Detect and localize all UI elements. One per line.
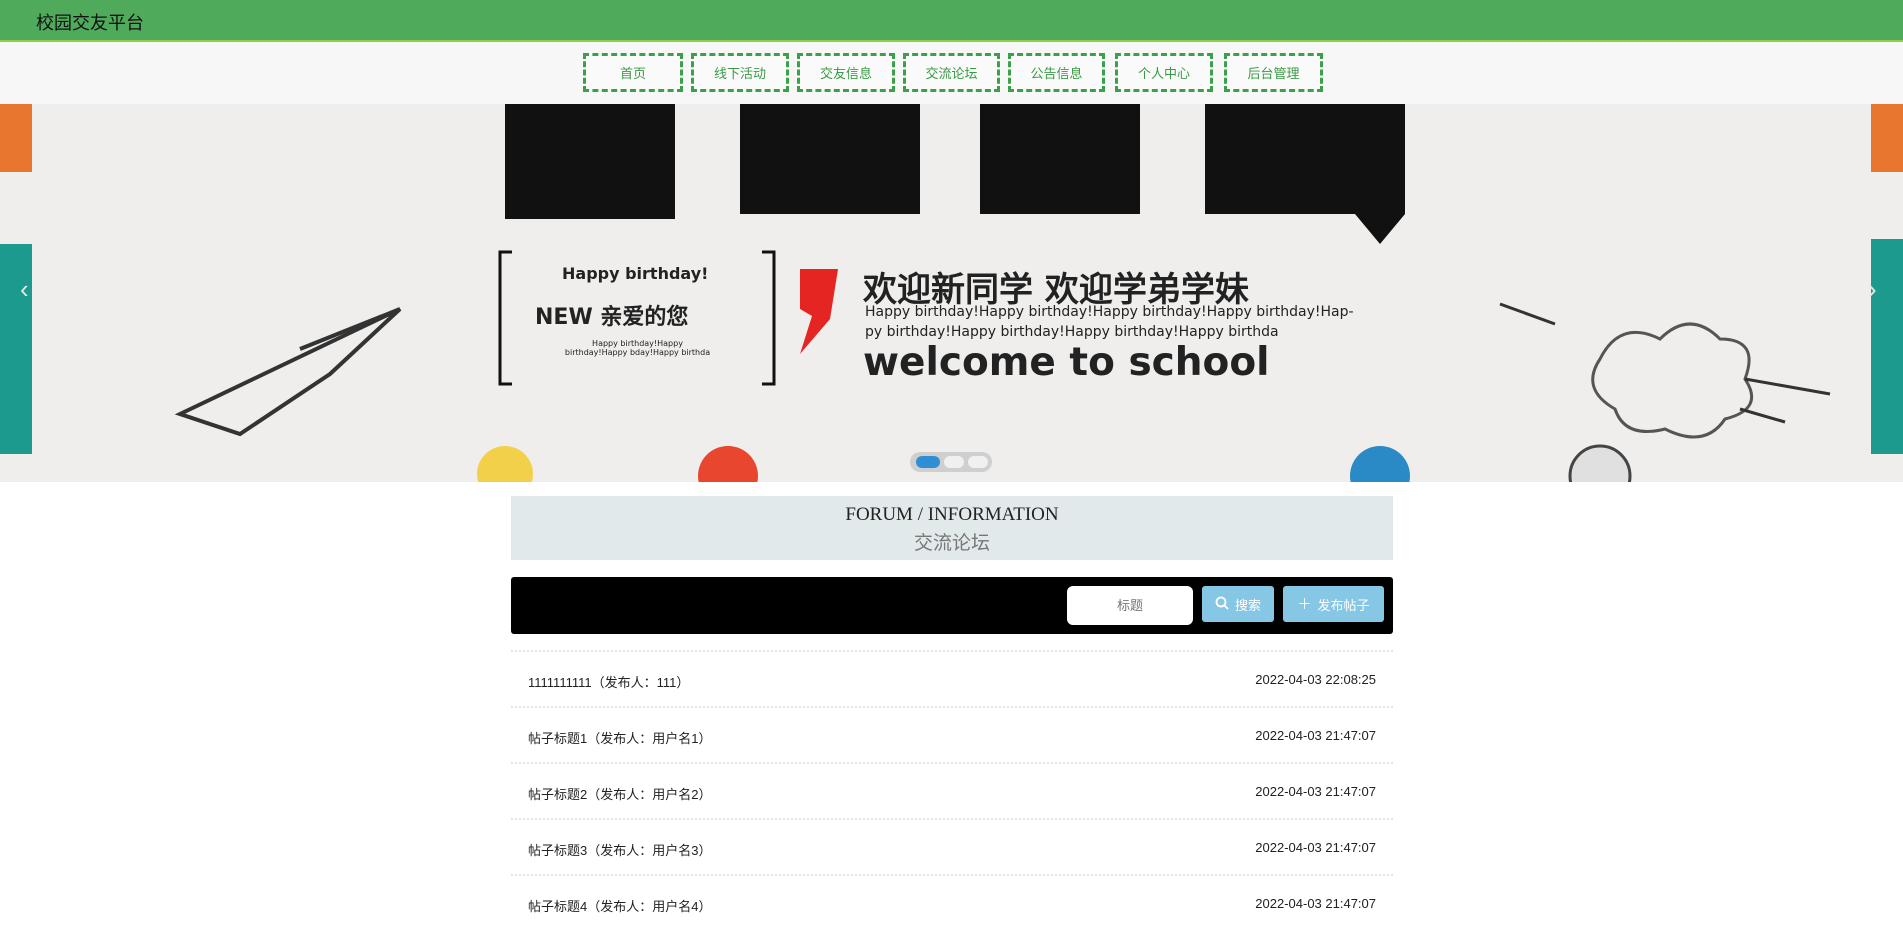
list-item[interactable]: 帖子标题3（发布人：用户名3） 2022-04-03 21:47:07 bbox=[511, 818, 1393, 874]
post-time: 2022-04-03 21:47:07 bbox=[1255, 896, 1376, 911]
carousel-prev-icon[interactable]: ‹ bbox=[20, 274, 29, 305]
post-title[interactable]: 帖子标题2（发布人：用户名2） bbox=[528, 784, 711, 803]
banner-small-line1: Happy birthday!Happy birthday!Happy birt… bbox=[865, 304, 1354, 320]
post-list: 1111111111（发布人：111） 2022-04-03 22:08:25 … bbox=[511, 650, 1393, 930]
post-title[interactable]: 帖子标题3（发布人：用户名3） bbox=[528, 840, 711, 859]
carousel-indicators bbox=[910, 452, 992, 472]
section-header: FORUM / INFORMATION 交流论坛 bbox=[511, 496, 1393, 560]
publish-post-label: 发布帖子 bbox=[1317, 597, 1370, 613]
title-search-input[interactable] bbox=[1067, 586, 1193, 625]
post-time: 2022-04-03 21:47:07 bbox=[1255, 728, 1376, 743]
nav-item-dating-info[interactable]: 交友信息 bbox=[797, 53, 895, 92]
nav-item-admin[interactable]: 后台管理 bbox=[1224, 53, 1323, 92]
list-item[interactable]: 1111111111（发布人：111） 2022-04-03 22:08:25 bbox=[511, 650, 1393, 706]
carousel-next-icon[interactable]: › bbox=[1868, 274, 1877, 305]
nav-item-home[interactable]: 首页 bbox=[583, 53, 683, 92]
carousel-dot-3[interactable] bbox=[968, 456, 988, 468]
top-header-bar: 校园交友平台 bbox=[0, 0, 1903, 42]
post-title[interactable]: 帖子标题4（发布人：用户名4） bbox=[528, 896, 711, 915]
search-toolbar: 搜索 ＋ 发布帖子 bbox=[511, 577, 1393, 634]
banner-box-line1: Happy birthday! bbox=[562, 264, 709, 283]
post-time: 2022-04-03 22:08:25 bbox=[1255, 672, 1376, 687]
nav-item-forum[interactable]: 交流论坛 bbox=[903, 53, 1000, 92]
banner-welcome: welcome to school bbox=[863, 340, 1270, 385]
section-title-en: FORUM / INFORMATION bbox=[845, 504, 1059, 525]
banner-box-line2: NEW 亲爱的您 bbox=[535, 305, 689, 330]
list-item[interactable]: 帖子标题1（发布人：用户名1） 2022-04-03 21:47:07 bbox=[511, 706, 1393, 762]
post-time: 2022-04-03 21:47:07 bbox=[1255, 784, 1376, 799]
post-title[interactable]: 帖子标题1（发布人：用户名1） bbox=[528, 728, 711, 747]
banner-box-small-text: Happy birthday!Happy birthday!Happy bday… bbox=[564, 339, 711, 357]
list-item[interactable]: 帖子标题4（发布人：用户名4） 2022-04-03 21:47:07 bbox=[511, 874, 1393, 930]
carousel-dot-1[interactable] bbox=[916, 456, 940, 468]
search-button[interactable]: 搜索 bbox=[1202, 586, 1274, 622]
publish-post-button[interactable]: ＋ 发布帖子 bbox=[1283, 586, 1384, 622]
nav-item-personal-center[interactable]: 个人中心 bbox=[1115, 53, 1213, 92]
nav-item-announcements[interactable]: 公告信息 bbox=[1008, 53, 1105, 92]
nav-item-offline-activities[interactable]: 线下活动 bbox=[691, 53, 789, 92]
section-title-cn: 交流论坛 bbox=[913, 533, 990, 554]
main-nav: 首页 线下活动 交友信息 交流论坛 公告信息 个人中心 后台管理 bbox=[0, 42, 1903, 104]
search-button-label: 搜索 bbox=[1234, 597, 1261, 613]
post-time: 2022-04-03 21:47:07 bbox=[1255, 840, 1376, 855]
banner-small-line2: py birthday!Happy birthday!Happy birthda… bbox=[865, 324, 1279, 340]
site-title[interactable]: 校园交友平台 bbox=[36, 9, 144, 35]
carousel-dot-2[interactable] bbox=[944, 456, 964, 468]
banner-carousel[interactable]: Happy birthday! NEW 亲爱的您 Happy birthday!… bbox=[0, 104, 1903, 482]
plus-icon: ＋ bbox=[1297, 596, 1312, 612]
list-item[interactable]: 帖子标题2（发布人：用户名2） 2022-04-03 21:47:07 bbox=[511, 762, 1393, 818]
search-icon bbox=[1215, 596, 1229, 613]
post-title[interactable]: 1111111111（发布人：111） bbox=[528, 672, 689, 691]
